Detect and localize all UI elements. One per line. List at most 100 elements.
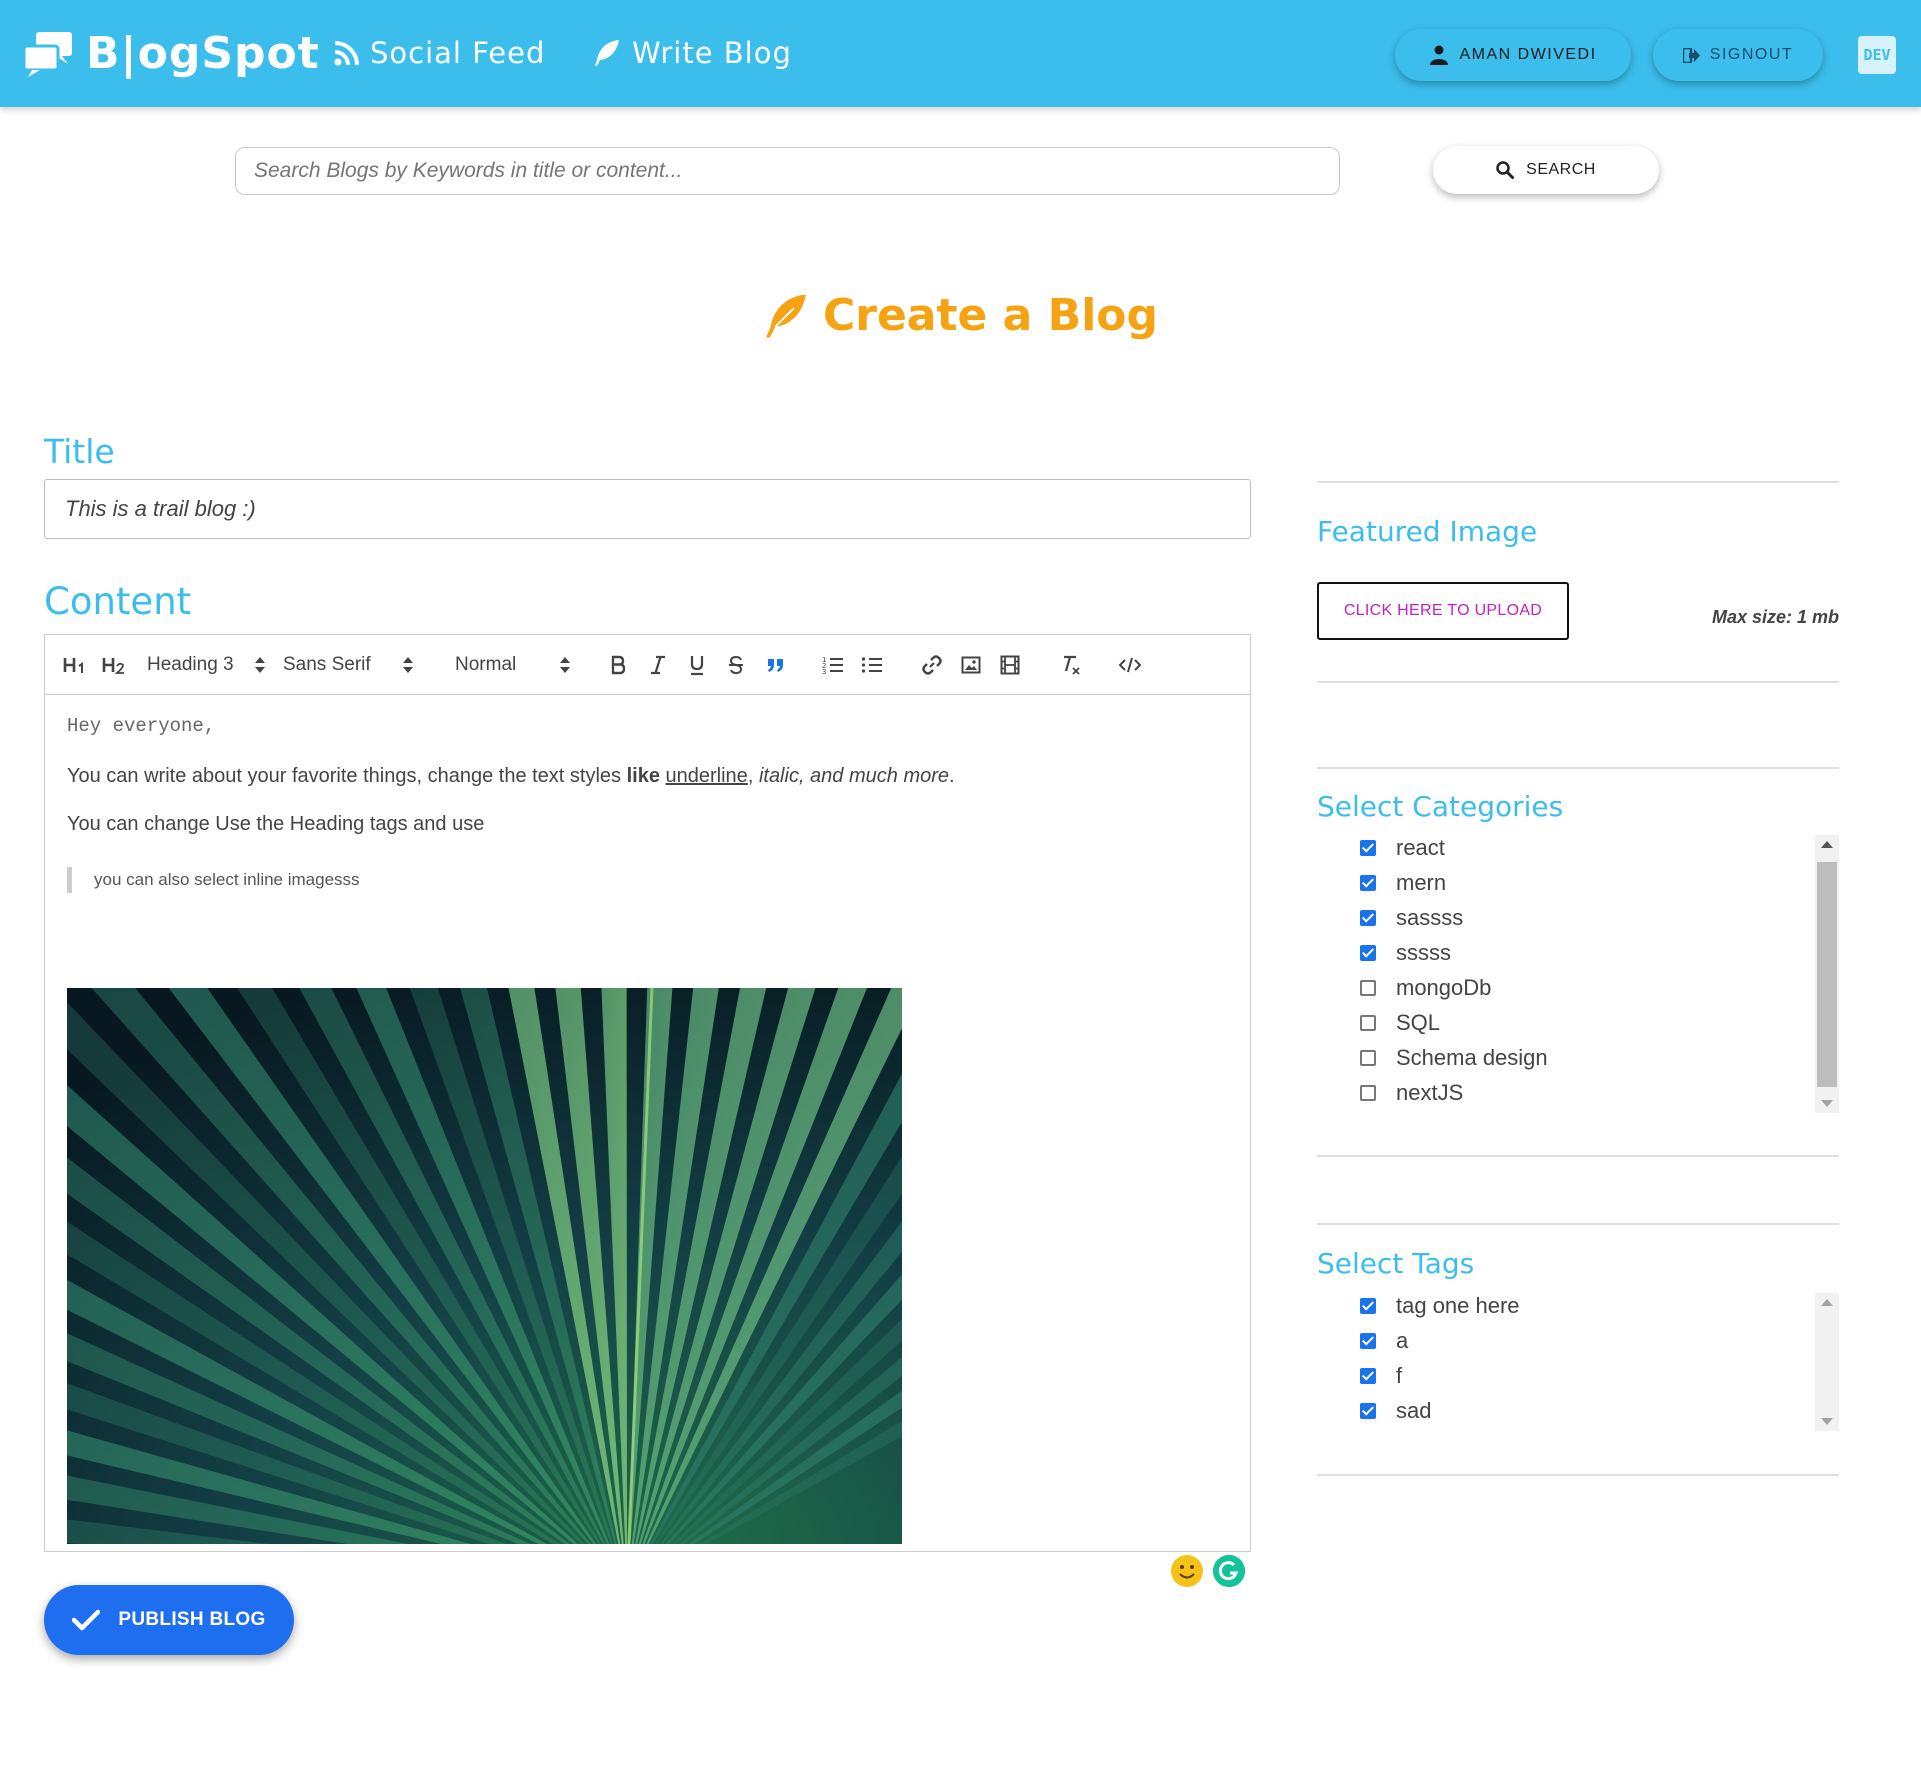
text-run: . (949, 765, 955, 787)
checkbox-item[interactable]: sssss (1360, 940, 1451, 966)
title-label: Title (44, 432, 115, 471)
checkbox-item[interactable]: SQL (1360, 1010, 1440, 1036)
editor-toolbar: Heading 3 Sans Serif Normal 1 2 3 (45, 635, 1250, 695)
scroll-down-arrow-icon[interactable] (1821, 1100, 1833, 1107)
blockquote-button[interactable] (766, 635, 786, 695)
checkbox-item[interactable]: nextJS (1360, 1080, 1463, 1106)
upload-image-button[interactable]: CLICK HERE TO UPLOAD (1317, 582, 1569, 640)
feather-icon (766, 294, 806, 337)
title-input[interactable] (45, 480, 1250, 538)
checkbox-checked[interactable] (1360, 1333, 1376, 1349)
smiley-icon (1172, 1556, 1202, 1586)
scroll-thumb[interactable] (1817, 862, 1837, 1087)
italic-button[interactable] (649, 635, 667, 695)
search-button-label: SEARCH (1526, 161, 1596, 178)
featured-image-label: Featured Image (1317, 515, 1538, 548)
user-icon (1430, 45, 1449, 65)
dev-badge[interactable]: DEV (1858, 36, 1896, 74)
grammarly-icon[interactable] (1213, 1555, 1245, 1587)
svg-text:3: 3 (822, 668, 826, 675)
checkbox-item[interactable]: a (1360, 1328, 1408, 1354)
video-icon (1000, 655, 1020, 675)
video-button[interactable] (1000, 635, 1020, 695)
emoji-button[interactable] (1171, 1555, 1203, 1587)
ordered-list-button[interactable]: 1 2 3 (822, 635, 844, 695)
bullet-list-icon (861, 657, 882, 673)
bold-icon (611, 655, 626, 675)
checkbox-checked[interactable] (1360, 1368, 1376, 1384)
bold-button[interactable] (609, 635, 627, 695)
checkbox-unchecked[interactable] (1360, 1085, 1376, 1101)
checkbox-label: a (1396, 1328, 1409, 1353)
publish-blog-button[interactable]: PUBLISH BLOG (44, 1585, 294, 1655)
checkbox-item[interactable]: sassss (1360, 905, 1463, 931)
checkbox-item[interactable]: f (1360, 1363, 1402, 1389)
checkbox-checked[interactable] (1360, 1298, 1376, 1314)
link-icon (922, 655, 942, 675)
checkbox-item[interactable]: mongoDb (1360, 975, 1491, 1001)
h2-button[interactable] (102, 635, 128, 695)
italic-text: italic, and much more (758, 765, 950, 787)
scroll-up-arrow-icon[interactable] (1821, 1299, 1833, 1306)
checkbox-item[interactable]: sad (1360, 1398, 1431, 1424)
size-select-value: Normal (455, 654, 517, 675)
header-select[interactable]: Heading 3 (147, 635, 265, 695)
search-box (235, 147, 1340, 195)
heading-2-icon (102, 658, 124, 674)
tags-scrollbar[interactable] (1815, 1293, 1839, 1431)
nav-social-feed[interactable]: Social Feed (334, 36, 545, 70)
underline-button[interactable] (688, 635, 706, 695)
signout-button[interactable]: SIGNOUT (1653, 29, 1823, 81)
editor-content[interactable]: Hey everyone, You can write about your f… (67, 695, 1245, 1587)
h1-button[interactable] (63, 635, 87, 695)
divider (1317, 1155, 1839, 1157)
checkbox-checked[interactable] (1360, 1403, 1376, 1419)
title-field (44, 479, 1251, 539)
image-button[interactable] (961, 635, 981, 695)
checkbox-checked[interactable] (1360, 840, 1376, 856)
checkbox-label: react (1396, 835, 1445, 860)
select-categories-label: Select Categories (1317, 790, 1564, 823)
content-label: Content (44, 580, 192, 623)
select-arrows-icon (255, 656, 265, 674)
bold-text: like (626, 765, 660, 787)
checkbox-label: tag one here (1396, 1293, 1520, 1318)
bullet-list-button[interactable] (861, 635, 883, 695)
max-size-note: Max size: 1 mb (1711, 607, 1839, 627)
signout-icon (1682, 47, 1700, 63)
code-block-button[interactable] (1119, 635, 1141, 695)
categories-scrollbar[interactable] (1815, 835, 1839, 1113)
checkbox-checked[interactable] (1360, 910, 1376, 926)
scroll-down-arrow-icon[interactable] (1821, 1418, 1833, 1425)
font-select[interactable]: Sans Serif (283, 635, 413, 695)
checkbox-unchecked[interactable] (1360, 1050, 1376, 1066)
size-select[interactable]: Normal (455, 635, 570, 695)
link-button[interactable] (921, 635, 943, 695)
strike-button[interactable] (727, 635, 745, 695)
underlined-text: underline (665, 765, 748, 787)
nav-write-blog[interactable]: Write Blog (592, 36, 792, 70)
text-run: You can write about your favorite things… (67, 765, 627, 787)
search-input[interactable] (236, 148, 1339, 194)
checkbox-item[interactable]: Schema design (1360, 1045, 1548, 1071)
checkbox-checked[interactable] (1360, 945, 1376, 961)
page-title: Create a Blog (822, 290, 1159, 341)
checkbox-unchecked[interactable] (1360, 1015, 1376, 1031)
user-profile-button[interactable]: AMAN DWIVEDI (1395, 29, 1631, 81)
top-navbar: B|ogSpot Social Feed Write Blog AMAN DWI… (0, 0, 1921, 107)
scroll-up-arrow-icon[interactable] (1821, 841, 1833, 848)
chat-bubbles-icon (22, 30, 74, 78)
checkbox-item[interactable]: tag one here (1360, 1293, 1520, 1319)
inline-image[interactable] (67, 988, 902, 1544)
checkbox-item[interactable]: mern (1360, 870, 1446, 896)
brand-logo[interactable]: B|ogSpot (22, 28, 320, 79)
checkbox-label: sssss (1396, 940, 1451, 965)
image-icon (961, 656, 981, 674)
checkbox-unchecked[interactable] (1360, 980, 1376, 996)
checkbox-item[interactable]: react (1360, 835, 1445, 861)
categories-list: react mern sassss sssss mongoDb SQL Schema des… (1360, 835, 1839, 1113)
search-button[interactable]: SEARCH (1433, 146, 1659, 194)
checkbox-checked[interactable] (1360, 875, 1376, 891)
clear-format-button[interactable] (1060, 635, 1082, 695)
feather-icon (595, 40, 619, 66)
